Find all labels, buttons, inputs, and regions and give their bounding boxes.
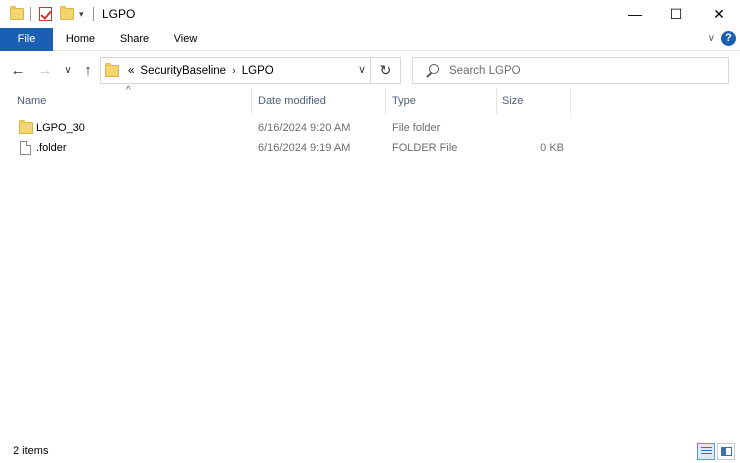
large-icons-view-icon (720, 447, 732, 456)
file-size (500, 118, 564, 138)
large-icons-view-button[interactable] (717, 443, 735, 460)
file-date: 6/16/2024 9:20 AM (258, 122, 351, 134)
forward-button[interactable]: → (35, 60, 55, 80)
file-row[interactable]: .folder 6/16/2024 9:19 AM FOLDER File 0 … (0, 138, 740, 158)
column-header-name[interactable]: Name (12, 88, 252, 114)
file-name: LGPO_30 (36, 122, 85, 134)
folder-icon (105, 62, 119, 77)
file-type: File folder (392, 122, 441, 134)
recent-locations-button[interactable]: ∨ (58, 60, 78, 80)
search-icon (425, 63, 439, 78)
breadcrumb-overflow[interactable]: « (128, 65, 134, 77)
folder-icon (10, 6, 24, 22)
file-name: .folder (36, 142, 67, 154)
ribbon-expand-icon[interactable]: ∨ (708, 33, 715, 44)
back-button[interactable]: ← (8, 60, 28, 80)
ribbon-controls: ∨ ? (708, 31, 736, 46)
tab-view[interactable]: View (163, 28, 208, 51)
title-bar: ▾ LGPO — ☐ ✕ (0, 0, 740, 28)
separator (93, 6, 94, 22)
search-placeholder: Search LGPO (449, 64, 521, 77)
up-button[interactable]: ↑ (78, 60, 98, 80)
file-date: 6/16/2024 9:19 AM (258, 142, 351, 154)
status-bar: 2 items (0, 441, 740, 463)
search-box[interactable]: Search LGPO (412, 57, 729, 84)
column-header-size[interactable]: Size (497, 88, 571, 114)
file-type: FOLDER File (392, 142, 458, 154)
file-row[interactable]: LGPO_30 6/16/2024 9:20 AM File folder (0, 118, 740, 138)
minimize-button[interactable]: — (612, 0, 658, 28)
address-dropdown-icon[interactable]: ∨ (358, 63, 366, 76)
breadcrumb-lgpo[interactable]: LGPO (242, 65, 274, 77)
column-header-date-modified[interactable]: Date modified (253, 88, 386, 114)
tab-share[interactable]: Share (112, 28, 157, 51)
address-bar[interactable]: « SecurityBaseline › LGPO ∨ (100, 57, 371, 84)
column-header-type[interactable]: Type (387, 88, 497, 114)
item-count: 2 items (13, 445, 49, 457)
ribbon: File Home Share View ∨ ? (0, 28, 740, 51)
file-icon (20, 141, 31, 161)
file-size: 0 KB (540, 142, 564, 154)
separator (30, 6, 31, 22)
column-headers: Name Date modified Type Size (0, 88, 740, 114)
new-folder-icon[interactable] (60, 6, 74, 22)
maximize-button[interactable]: ☐ (653, 0, 699, 28)
breadcrumb-securitybaseline[interactable]: SecurityBaseline (140, 65, 226, 77)
properties-icon[interactable] (39, 6, 52, 22)
refresh-button[interactable]: ↻ (371, 57, 401, 84)
window-title: LGPO (102, 7, 136, 21)
navigation-bar: ← → ∨ ↑ « SecurityBaseline › LGPO ∨ ↻ Se… (0, 55, 740, 85)
details-view-button[interactable] (697, 443, 715, 460)
quick-access-dropdown-icon[interactable]: ▾ (79, 6, 84, 22)
breadcrumb-separator[interactable]: › (232, 65, 236, 77)
help-icon[interactable]: ? (721, 31, 736, 46)
close-button[interactable]: ✕ (696, 0, 740, 28)
tab-home[interactable]: Home (58, 28, 103, 51)
details-view-icon (700, 447, 712, 456)
tab-file[interactable]: File (0, 28, 53, 51)
